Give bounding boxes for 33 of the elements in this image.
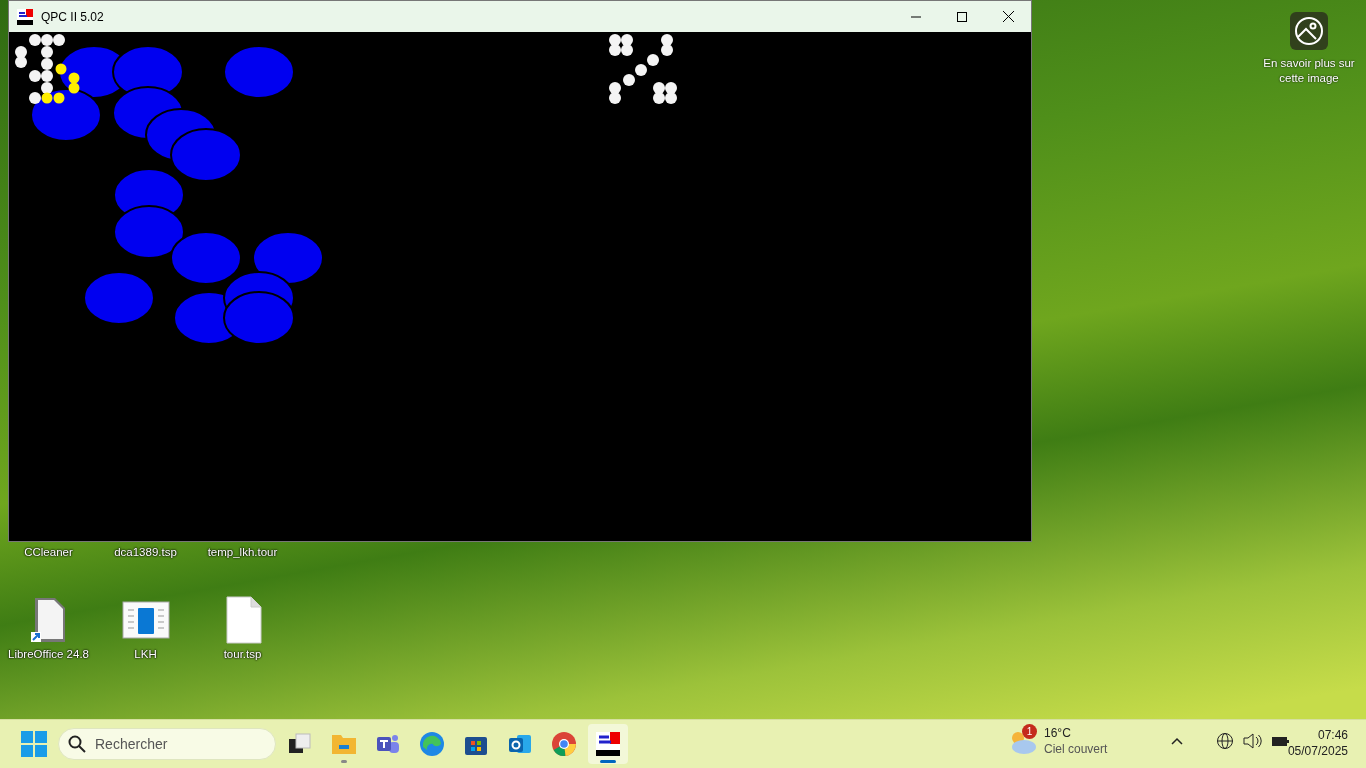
temperature: 16°C (1044, 725, 1072, 741)
dot-glyph-drawing (609, 34, 677, 104)
speaker-icon[interactable] (1242, 732, 1262, 750)
image-info-link[interactable]: En savoir plus sur cette image (1256, 56, 1362, 86)
clock-time: 07:46 (1317, 727, 1348, 743)
window-title: QPC II 5.02 (41, 9, 104, 24)
desktop-icon-label[interactable]: LibreOffice 24.8 (8, 648, 89, 660)
caret-icon[interactable] (1170, 736, 1184, 746)
image-info-button[interactable] (1290, 12, 1328, 50)
maximize-icon (957, 11, 967, 22)
folder-icon (331, 732, 357, 756)
search-field[interactable]: Rechercher (58, 728, 276, 760)
teams-icon (375, 732, 401, 756)
highlighted-dots-drawing (41, 63, 80, 104)
desktop-icon-label[interactable]: CCleaner (24, 546, 73, 558)
desktop-icon-label[interactable]: dca1389.tsp (114, 546, 177, 558)
desktop-icon-label[interactable]: tour.tsp (223, 648, 262, 660)
dot-glyph-drawing (15, 34, 65, 104)
weather-condition: Ciel couvert (1044, 741, 1108, 757)
clock[interactable]: 07:46 05/07/2025 (1287, 727, 1348, 759)
clock-date: 05/07/2025 (1287, 743, 1348, 759)
qpc-app-icon (595, 731, 621, 757)
browser-icon (551, 731, 577, 757)
qpc-app-icon (17, 8, 33, 25)
search-icon (68, 735, 86, 753)
taskbar-app-button[interactable] (588, 724, 628, 764)
desktop-icon-label[interactable]: temp_lkh.tour (207, 546, 278, 558)
start-button[interactable] (20, 730, 48, 758)
notification-badge: 1 (1022, 724, 1037, 739)
desktop-icon-label[interactable]: LKH (134, 648, 157, 660)
globe-icon[interactable] (1216, 732, 1234, 750)
close-icon (1002, 11, 1014, 22)
edge-icon (419, 731, 445, 757)
